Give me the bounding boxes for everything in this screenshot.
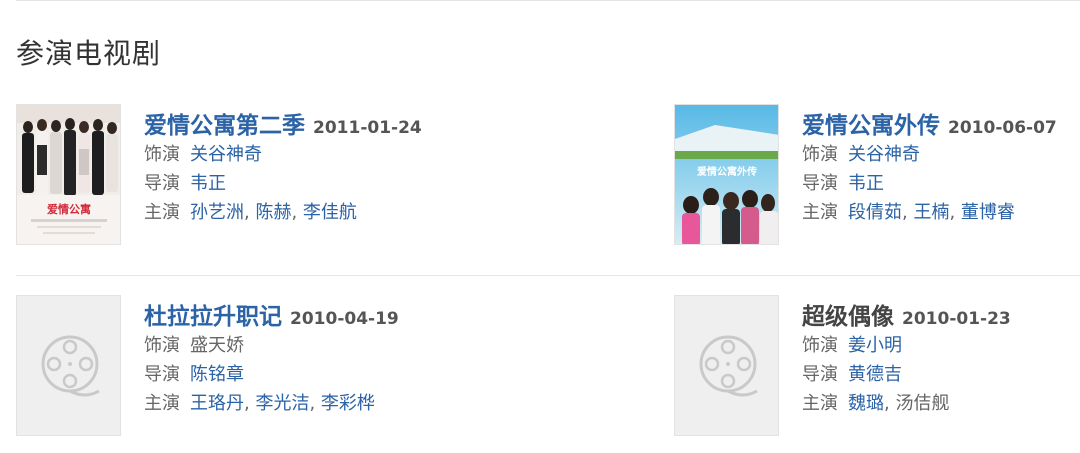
cast-link[interactable]: 王珞丹 <box>190 393 244 414</box>
role-label: 饰演 <box>802 144 838 165</box>
cast-link[interactable]: 李彩桦 <box>321 393 375 414</box>
cast-line: 主演 魏璐, 汤佶舰 <box>802 393 950 414</box>
director-label: 导演 <box>802 173 838 194</box>
role-label: 饰演 <box>802 335 838 356</box>
show-card: 爱情公寓 爱情公寓第二季 2011-01-24 饰演 关谷神奇 导演 韦正 主演… <box>16 104 656 246</box>
show-poster-placeholder[interactable] <box>16 295 121 436</box>
cast-link[interactable]: 李光洁 <box>255 393 309 414</box>
show-info: 杜拉拉升职记 2010-04-19 饰演 盛天娇 导演 陈铭章 主演 王珞丹, 李光洁… <box>144 297 644 418</box>
director-link[interactable]: 韦正 <box>848 173 884 194</box>
role-link[interactable]: 姜小明 <box>848 335 902 356</box>
show-card: 超级偶像 2010-01-23 饰演 姜小明 导演 黄德吉 主演 魏璐, 汤佶舰 <box>674 295 1080 437</box>
cast-text: 汤佶舰 <box>895 393 950 414</box>
cast-link[interactable]: 段倩茹 <box>848 202 902 223</box>
show-card: 杜拉拉升职记 2010-04-19 饰演 盛天娇 导演 陈铭章 主演 王珞丹, 李光洁… <box>16 295 656 437</box>
show-date: 2010-06-07 <box>948 118 1057 138</box>
show-date: 2010-01-23 <box>902 309 1011 329</box>
film-reel-icon <box>699 335 758 397</box>
role-line: 饰演 姜小明 <box>802 331 1072 360</box>
cast-link[interactable]: 李佳航 <box>303 202 357 223</box>
cast-label: 主演 <box>802 393 838 414</box>
show-title-link[interactable]: 爱情公寓第二季 <box>144 106 305 140</box>
show-title-link[interactable]: 爱情公寓外传 <box>802 106 940 140</box>
show-info: 爱情公寓外传 2010-06-07 饰演 关谷神奇 导演 韦正 主演 段倩茹, 王楠,… <box>802 106 1072 227</box>
director-label: 导演 <box>144 173 180 194</box>
show-info: 超级偶像 2010-01-23 饰演 姜小明 导演 黄德吉 主演 魏璐, 汤佶舰 <box>802 297 1072 418</box>
show-row: 爱情公寓 爱情公寓第二季 2011-01-24 饰演 关谷神奇 导演 韦正 主演… <box>16 100 1080 276</box>
cast-link[interactable]: 陈赫 <box>255 202 291 223</box>
show-row: 杜拉拉升职记 2010-04-19 饰演 盛天娇 导演 陈铭章 主演 王珞丹, 李光洁… <box>16 276 1080 453</box>
director-line: 导演 韦正 <box>802 169 1072 198</box>
section-title: 参演电视剧 <box>16 37 162 70</box>
role-line: 饰演 关谷神奇 <box>802 140 1072 169</box>
show-poster-placeholder[interactable] <box>674 295 779 436</box>
role-label: 饰演 <box>144 335 180 356</box>
show-poster[interactable]: 爱情公寓 <box>16 104 121 245</box>
cast-line: 主演 孙艺洲, 陈赫, 李佳航 <box>144 202 357 223</box>
director-link[interactable]: 陈铭章 <box>190 364 244 385</box>
cast-label: 主演 <box>144 202 180 223</box>
role-line: 饰演 盛天娇 <box>144 331 644 360</box>
director-label: 导演 <box>802 364 838 385</box>
poster-image: 爱情公寓 <box>17 105 120 244</box>
director-link[interactable]: 韦正 <box>190 173 226 194</box>
show-info: 爱情公寓第二季 2011-01-24 饰演 关谷神奇 导演 韦正 主演 孙艺洲, 陈赫… <box>144 106 644 227</box>
show-date: 2011-01-24 <box>313 118 422 138</box>
cast-line: 主演 段倩茹, 王楠, 董博睿 <box>802 202 1015 223</box>
show-card: 爱情公寓外传 爱情公寓外传 2010-06-07 饰演 关谷神奇 导演 韦正 主… <box>674 104 1080 246</box>
director-line: 导演 黄德吉 <box>802 360 1072 389</box>
cast-label: 主演 <box>144 393 180 414</box>
cast-link[interactable]: 孙艺洲 <box>190 202 244 223</box>
poster-image: 爱情公寓外传 <box>675 105 778 244</box>
film-reel-icon <box>41 335 100 397</box>
director-label: 导演 <box>144 364 180 385</box>
show-title: 超级偶像 <box>802 304 894 330</box>
show-poster[interactable]: 爱情公寓外传 <box>674 104 779 245</box>
role-link[interactable]: 关谷神奇 <box>848 144 920 165</box>
tv-show-grid: 爱情公寓 爱情公寓第二季 2011-01-24 饰演 关谷神奇 导演 韦正 主演… <box>16 100 1080 453</box>
poster-text: 爱情公寓外传 <box>697 165 757 178</box>
director-line: 导演 韦正 <box>144 169 644 198</box>
director-line: 导演 陈铭章 <box>144 360 644 389</box>
role-text: 盛天娇 <box>190 335 244 356</box>
cast-label: 主演 <box>802 202 838 223</box>
cast-link[interactable]: 王楠 <box>913 202 949 223</box>
role-label: 饰演 <box>144 144 180 165</box>
cast-link[interactable]: 魏璐 <box>848 393 884 414</box>
director-link[interactable]: 黄德吉 <box>848 364 902 385</box>
cast-link[interactable]: 董博睿 <box>961 202 1015 223</box>
role-link[interactable]: 关谷神奇 <box>190 144 262 165</box>
show-title-link[interactable]: 杜拉拉升职记 <box>144 297 282 331</box>
poster-text: 爱情公寓 <box>47 202 91 216</box>
top-divider <box>16 0 1080 1</box>
cast-line: 主演 王珞丹, 李光洁, 李彩桦 <box>144 393 375 414</box>
show-date: 2010-04-19 <box>290 309 399 329</box>
role-line: 饰演 关谷神奇 <box>144 140 644 169</box>
